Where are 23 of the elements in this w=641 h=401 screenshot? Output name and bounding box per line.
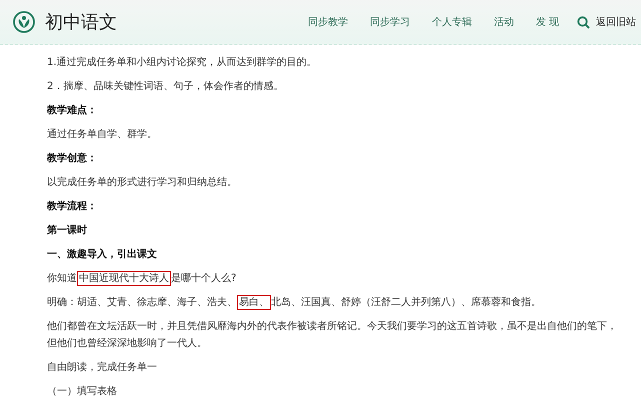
nav-link[interactable]: 同步教学 [308, 14, 348, 30]
paragraph: （一）填写表格 [47, 384, 118, 399]
site-title: 初中语文 [45, 10, 117, 34]
section-heading: 教学流程： [47, 199, 98, 214]
paragraph: 以完成任务单的形式进行学习和归纳总结。 [47, 176, 238, 190]
section-heading: 第一课时 [47, 224, 88, 238]
paragraph: 他们都曾在文坛活跃一时，并且凭借风靡海内外的代表作被读者所铭记。今天我们要学习的这五首诗歌，虽不是出自他们的笔下，但他们也曾经深深地影响了一代人。 [47, 320, 618, 351]
nav-link[interactable]: 同步学习 [370, 14, 410, 30]
paragraph: 通过任务单自学、群学。 [47, 128, 158, 142]
section-heading: 教学难点： [47, 104, 98, 118]
nav-link[interactable]: 活动 [494, 14, 514, 30]
section-heading: 教学创意： [47, 152, 98, 166]
back-to-old-site-link[interactable]: 返回旧站 [596, 14, 636, 30]
section-heading: 一、激趣导入，引出课文 [47, 248, 158, 262]
search-icon[interactable] [577, 16, 590, 28]
nav-link[interactable]: 个人专辑 [432, 14, 472, 30]
paragraph: 1.通过完成任务单和小组内讨论探究，从而达到群学的目的。 [47, 56, 318, 70]
logo-icon [13, 11, 35, 33]
paragraph: 2．揣摩、品味关键性词语、句子，体会作者的情感。 [47, 80, 284, 94]
paragraph: 你知道 中国近现代十大诗人 是哪十个人么? [47, 270, 238, 287]
nav-link[interactable]: 发 现 [536, 14, 559, 30]
paragraph: 明确：胡适、艾青、徐志摩、海子、浩夫、 易白、 北岛、汪国真、舒婷（汪舒二人并列第八）、席慕蓉和食指。 [47, 294, 542, 311]
paragraph: 自由朗读，完成任务单一 [47, 360, 158, 375]
